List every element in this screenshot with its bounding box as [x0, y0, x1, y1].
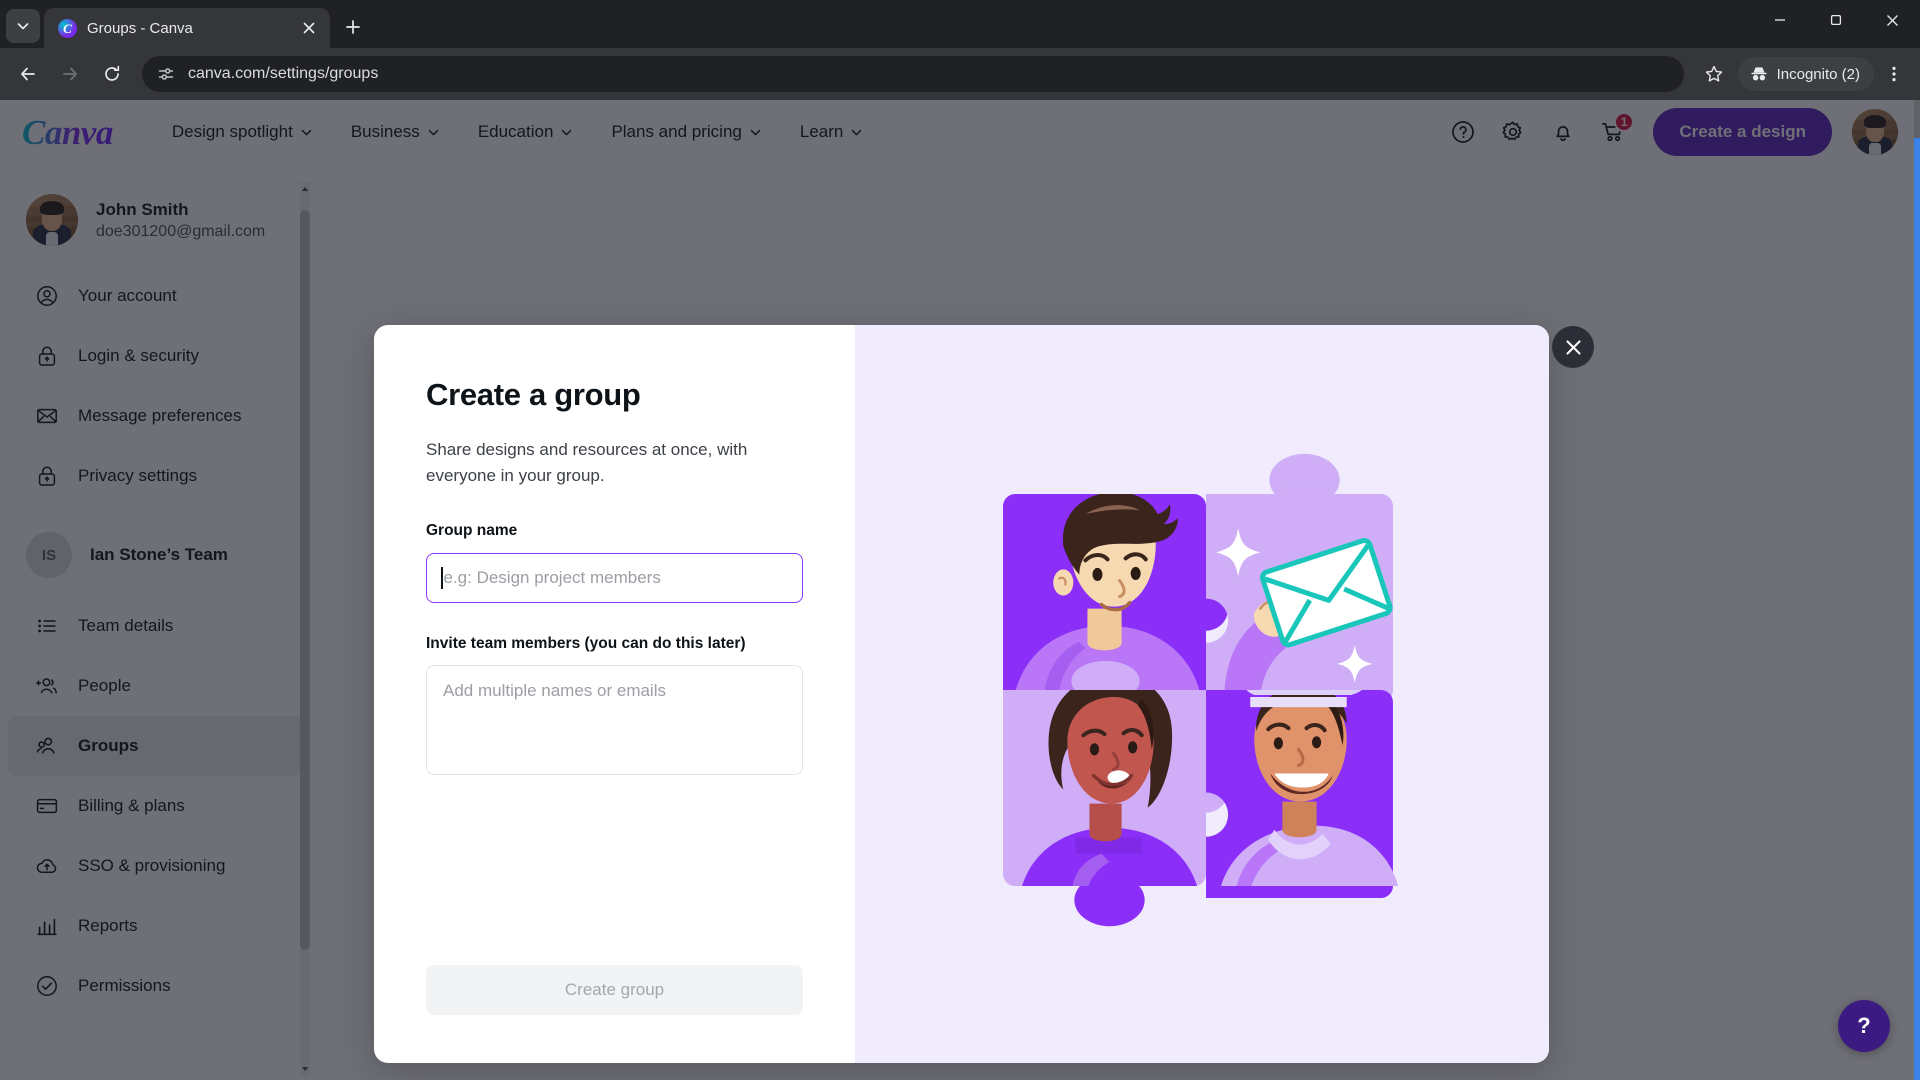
dialog-title: Create a group: [426, 377, 641, 412]
address-bar[interactable]: canva.com/settings/groups: [142, 56, 1684, 92]
tab-close-button[interactable]: [298, 17, 320, 39]
invite-members-label: Invite team members (you can do this lat…: [426, 634, 746, 652]
create-group-button[interactable]: Create group: [426, 965, 803, 1015]
dialog-close-button[interactable]: [1552, 326, 1594, 368]
window-close-button[interactable]: [1864, 0, 1920, 40]
window-maximize-button[interactable]: [1808, 0, 1864, 40]
modal-layer: Create a group Share designs and resourc…: [0, 100, 1920, 1080]
group-name-input[interactable]: e.g: Design project members: [426, 552, 803, 603]
group-name-label: Group name: [426, 521, 518, 539]
browser-tab[interactable]: C Groups - Canva: [44, 8, 330, 48]
reload-button[interactable]: [92, 54, 132, 94]
tab-strip: C Groups - Canva: [0, 0, 1920, 48]
page-scrollbar[interactable]: [1914, 100, 1920, 1080]
new-tab-button[interactable]: [336, 10, 370, 44]
bookmark-button[interactable]: [1694, 54, 1734, 94]
close-icon: [1565, 339, 1581, 355]
tab-search-button[interactable]: [6, 9, 40, 43]
arrow-right-icon: [63, 67, 77, 81]
browser-window: C Groups - Canva canva.com/settings/grou…: [0, 0, 1920, 1080]
dialog-subtitle: Share designs and resources at once, wit…: [426, 440, 748, 486]
bookmark-star-icon: [1705, 65, 1722, 82]
text-caret: [441, 566, 443, 589]
incognito-profile-chip[interactable]: Incognito (2): [1737, 57, 1874, 91]
dialog-form-panel: Create a group Share designs and resourc…: [374, 325, 855, 1063]
chevron-down-icon: [17, 23, 29, 30]
address-bar-url: canva.com/settings/groups: [188, 65, 379, 82]
dialog-illustration-panel: [855, 325, 1549, 1063]
group-name-placeholder: e.g: Design project members: [443, 567, 661, 587]
back-button[interactable]: [8, 54, 48, 94]
puzzle-people-illustration: [1003, 453, 1401, 927]
minimize-icon: [1775, 19, 1785, 21]
window-minimize-button[interactable]: [1752, 0, 1808, 40]
close-icon: [303, 22, 315, 34]
help-floating-button[interactable]: ?: [1838, 1000, 1890, 1052]
invite-placeholder: Add multiple names or emails: [443, 680, 666, 700]
page-viewport: Canva Design spotlight Business Educatio…: [0, 100, 1920, 1080]
tab-title: Groups - Canva: [87, 19, 193, 37]
incognito-label: Incognito (2): [1776, 65, 1860, 83]
arrow-left-icon: [21, 67, 35, 81]
favicon-letter: C: [63, 20, 72, 36]
incognito-icon: [1750, 67, 1767, 81]
browser-menu-button[interactable]: [1876, 54, 1912, 94]
window-controls: [1752, 0, 1920, 48]
help-question-icon: ?: [1857, 1013, 1871, 1038]
site-settings-icon[interactable]: [156, 64, 176, 84]
invite-members-textarea[interactable]: Add multiple names or emails: [426, 664, 803, 775]
plus-icon: [346, 20, 360, 34]
canva-favicon: C: [58, 18, 77, 38]
close-icon: [1886, 14, 1898, 26]
page-scrollbar-top[interactable]: [1914, 100, 1920, 138]
create-group-dialog: Create a group Share designs and resourc…: [374, 325, 1549, 1063]
three-dot-menu-icon: [1892, 66, 1896, 82]
reload-icon: [105, 65, 120, 81]
maximize-icon: [1830, 14, 1842, 26]
browser-toolbar: canva.com/settings/groups Incognito (2): [0, 48, 1920, 100]
create-group-button-label: Create group: [564, 980, 665, 999]
forward-button[interactable]: [50, 54, 90, 94]
